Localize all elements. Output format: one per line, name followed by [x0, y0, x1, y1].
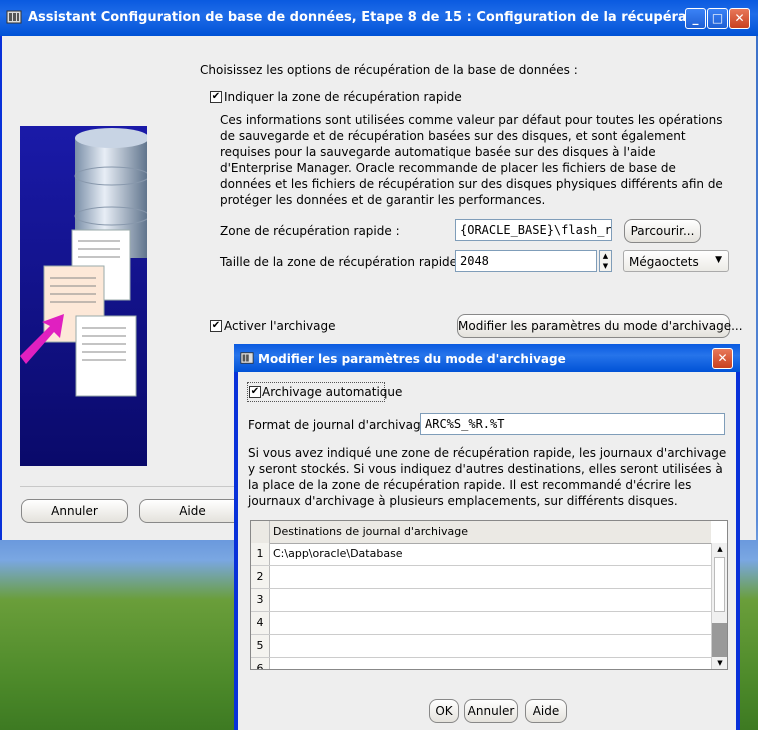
table-corner: [251, 521, 270, 543]
window-titlebar[interactable]: Assistant Configuration de base de donné…: [0, 0, 758, 36]
dialog-close-icon[interactable]: ✕: [712, 348, 733, 369]
intro-text: Choisissez les options de récupération d…: [200, 63, 578, 77]
table-row[interactable]: 1 C:\app\oracle\Database: [251, 543, 711, 566]
edit-archive-settings-button[interactable]: Modifier les paramètres du mode d'archiv…: [457, 314, 743, 338]
row-number: 6: [251, 658, 270, 669]
recovery-illustration: [20, 126, 150, 466]
row-value[interactable]: C:\app\oracle\Database: [273, 547, 403, 560]
app-icon: [6, 10, 22, 24]
row-number: 5: [251, 635, 270, 657]
dialog-help-button[interactable]: Aide: [525, 699, 567, 723]
archive-destinations-table: Destinations de journal d'archivage 1 C:…: [250, 520, 728, 670]
fra-size-input[interactable]: 2048: [455, 250, 597, 272]
help-button[interactable]: Aide: [139, 499, 246, 523]
spinner-up-icon[interactable]: ▲: [600, 251, 611, 261]
maximize-icon[interactable]: □: [707, 8, 728, 29]
table-row[interactable]: 5: [251, 635, 711, 658]
table-row[interactable]: 3: [251, 589, 711, 612]
fra-location-input[interactable]: {ORACLE_BASE}\flash_reco: [455, 219, 612, 241]
archive-checkbox[interactable]: ✔: [210, 320, 222, 332]
fra-size-unit-value: Mégaoctets: [629, 255, 699, 269]
cancel-button[interactable]: Annuler: [21, 499, 128, 523]
divider: [20, 486, 235, 487]
archive-info-text: Si vous avez indiqué une zone de récupér…: [248, 446, 727, 508]
fra-size-spinner[interactable]: ▲ ▼: [599, 250, 612, 272]
archive-settings-dialog: Modifier les paramètres du mode d'archiv…: [234, 344, 740, 730]
table-row[interactable]: 2: [251, 566, 711, 589]
scroll-down-icon[interactable]: ▼: [712, 657, 727, 669]
table-scrollbar[interactable]: ▲ ▼: [711, 543, 727, 669]
auto-archive-label[interactable]: Archivage automatique: [262, 385, 402, 399]
browse-button[interactable]: Parcourir...: [624, 219, 701, 243]
spinner-down-icon[interactable]: ▼: [600, 261, 611, 271]
window-title: Assistant Configuration de base de donné…: [28, 10, 716, 25]
table-row[interactable]: 6: [251, 658, 711, 669]
dialog-titlebar[interactable]: Modifier les paramètres du mode d'archiv…: [234, 344, 740, 372]
row-number: 3: [251, 589, 270, 611]
auto-archive-checkbox[interactable]: ✔: [249, 386, 261, 398]
table-header-label: Destinations de journal d'archivage: [273, 525, 469, 538]
dialog-cancel-button[interactable]: Annuler: [464, 699, 518, 723]
fra-checkbox[interactable]: ✔: [210, 91, 222, 103]
table-header: Destinations de journal d'archivage: [251, 521, 711, 544]
row-number: 2: [251, 566, 270, 588]
fra-size-label: Taille de la zone de récupération rapide…: [220, 255, 465, 269]
database-illustration-icon: [20, 128, 150, 397]
close-icon[interactable]: ✕: [729, 8, 750, 29]
scroll-up-icon[interactable]: ▲: [712, 543, 727, 555]
ok-button[interactable]: OK: [429, 699, 459, 723]
row-number: 4: [251, 612, 270, 634]
archive-checkbox-label[interactable]: Activer l'archivage: [224, 319, 336, 333]
scrollbar-thumb[interactable]: [714, 557, 725, 612]
chevron-down-icon: ▼: [715, 255, 722, 265]
fra-checkbox-label[interactable]: Indiquer la zone de récupération rapide: [224, 90, 462, 104]
dialog-title: Modifier les paramètres du mode d'archiv…: [258, 352, 566, 366]
dialog-body: ✔ Archivage automatique Format de journa…: [238, 372, 736, 730]
table-row[interactable]: 4: [251, 612, 711, 635]
archive-format-label: Format de journal d'archivage: [248, 418, 428, 432]
scrollbar-track[interactable]: [712, 623, 727, 657]
fra-size-unit-select[interactable]: Mégaoctets ▼: [623, 250, 729, 272]
fra-location-label: Zone de récupération rapide :: [220, 224, 400, 238]
archive-format-input[interactable]: ARC%S_%R.%T: [420, 413, 725, 435]
dialog-app-icon: [240, 352, 254, 364]
row-number: 1: [251, 543, 270, 565]
fra-description: Ces informations sont utilisées comme va…: [220, 113, 723, 207]
minimize-icon[interactable]: _: [685, 8, 706, 29]
